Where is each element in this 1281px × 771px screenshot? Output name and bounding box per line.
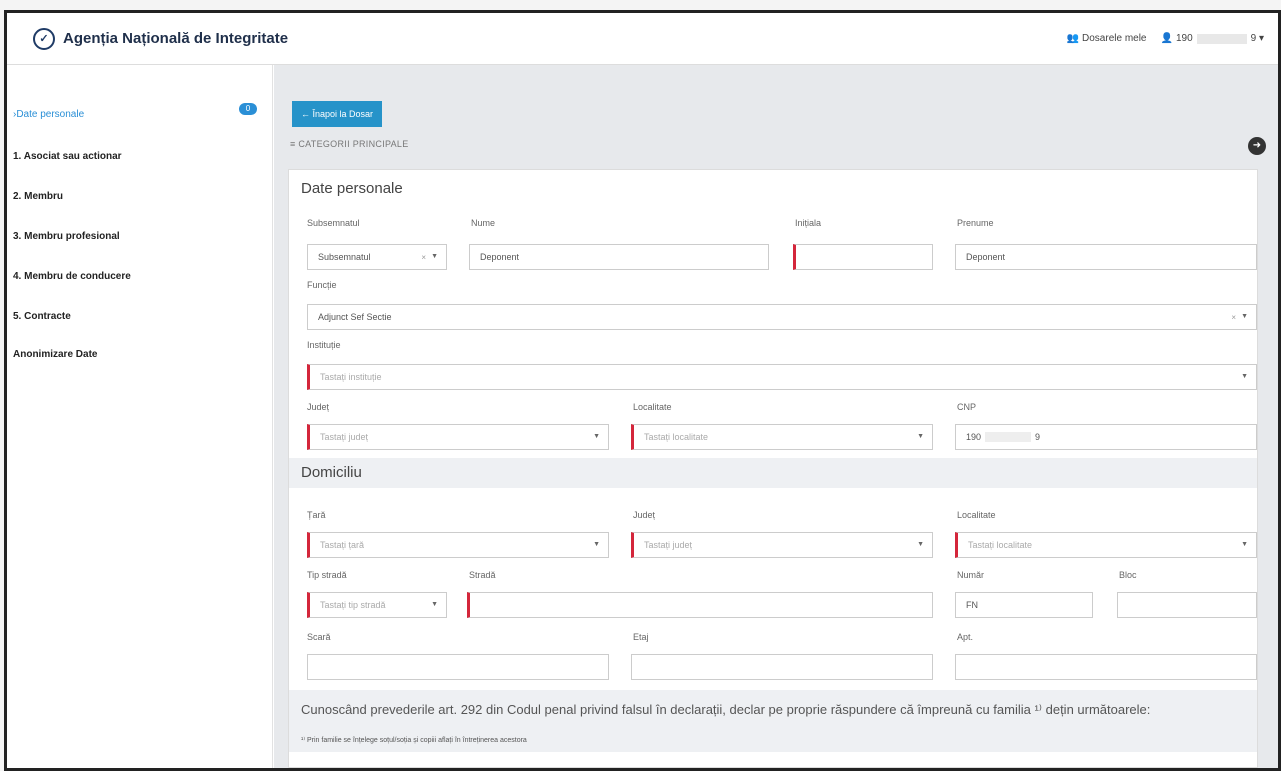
judet-label: Județ: [307, 402, 330, 412]
strada-field[interactable]: [467, 592, 933, 618]
scara-field[interactable]: [307, 654, 609, 680]
sidebar-item-anonimizare[interactable]: Anonimizare Date: [13, 349, 97, 360]
chevron-down-icon: ▼: [431, 601, 438, 608]
main-area: ← Înapoi la Dosar ≡ CATEGORII PRINCIPALE…: [274, 65, 1278, 768]
prenume-field[interactable]: Deponent: [955, 244, 1257, 270]
tip-strada-select[interactable]: Tastați tip stradă ▼: [307, 592, 447, 618]
dom-localitate-label: Localitate: [957, 510, 996, 520]
nume-field[interactable]: Deponent: [469, 244, 769, 270]
judet-select[interactable]: Tastați județ ▼: [307, 424, 609, 450]
ani-logo-icon: ✓: [33, 27, 55, 50]
sidebar-item-membru-conducere[interactable]: 4. Membru de conducere: [13, 271, 131, 282]
etaj-field[interactable]: [631, 654, 933, 680]
bloc-label: Bloc: [1119, 570, 1137, 580]
tip-strada-placeholder: Tastați tip stradă: [320, 600, 386, 610]
sidebar-item-asociat[interactable]: 1. Asociat sau actionar: [13, 151, 122, 162]
functie-label: Funcție: [307, 280, 337, 290]
logo[interactable]: ✓ Agenția Națională de Integritate: [33, 27, 289, 50]
prenume-value: Deponent: [966, 252, 1006, 262]
tara-select[interactable]: Tastați țară ▼: [307, 532, 609, 558]
functie-select[interactable]: Adjunct Sef Sectie × ▼: [307, 304, 1257, 330]
dom-judet-placeholder: Tastați județ: [644, 540, 693, 550]
judet-placeholder: Tastați județ: [320, 432, 369, 442]
redacted-block: [1196, 33, 1247, 44]
chevron-down-icon: ▼: [1241, 373, 1248, 380]
institutie-label: Instituție: [307, 340, 341, 350]
user-id-suffix: 9 ▾: [1250, 33, 1264, 44]
dom-localitate-placeholder: Tastați localitate: [968, 540, 1033, 550]
chevron-down-icon: ▼: [1241, 313, 1248, 320]
user-menu[interactable]: 👤 190 9 ▾: [1161, 33, 1265, 44]
declaration-text: Cunoscând prevederile art. 292 din Codul…: [301, 702, 1151, 717]
dosare-link[interactable]: 👥 Dosarele mele: [1067, 33, 1147, 44]
subsemnatul-select[interactable]: Subsemnatul × ▼: [307, 244, 447, 270]
chevron-down-icon: ▼: [431, 253, 438, 260]
strada-label: Stradă: [469, 570, 496, 580]
cnp-value-suffix: 9: [1035, 432, 1041, 442]
etaj-label: Etaj: [633, 632, 649, 642]
localitate-placeholder: Tastați localitate: [644, 432, 709, 442]
institutie-select[interactable]: Tastați instituție ▼: [307, 364, 1257, 390]
cnp-label: CNP: [957, 402, 977, 412]
tara-placeholder: Tastați țară: [320, 540, 365, 550]
apt-field[interactable]: [955, 654, 1257, 680]
bloc-field[interactable]: [1117, 592, 1257, 618]
cnp-field[interactable]: 190 9: [955, 424, 1257, 450]
chevron-down-icon: ▼: [917, 541, 924, 548]
initiala-label: Inițiala: [795, 218, 822, 228]
localitate-label: Localitate: [633, 402, 672, 412]
sidebar: ›Date personale 0 1. Asociat sau actiona…: [7, 65, 273, 768]
tara-label: Țară: [307, 510, 326, 520]
nume-value: Deponent: [480, 252, 520, 262]
localitate-select[interactable]: Tastați localitate ▼: [631, 424, 933, 450]
scara-label: Scară: [307, 632, 331, 642]
redacted-block: [985, 432, 1032, 442]
functie-value: Adjunct Sef Sectie: [318, 312, 392, 322]
sidebar-item-membru[interactable]: 2. Membru: [13, 191, 63, 202]
chevron-down-icon: ▼: [1241, 541, 1248, 548]
nume-label: Nume: [471, 218, 496, 228]
users-icon: 👥: [1066, 33, 1080, 44]
sidebar-item-date-personale[interactable]: ›Date personale: [13, 109, 84, 120]
chevron-down-icon: ▼: [593, 433, 600, 440]
sidebar-item-membru-profesional[interactable]: 3. Membru profesional: [13, 231, 120, 242]
personal-data-panel: Date personale Subsemnatul Subsemnatul ×…: [288, 169, 1258, 768]
domiciliu-title: Domiciliu: [301, 464, 362, 481]
logo-text: Agenția Națională de Integritate: [63, 30, 289, 47]
arrow-right-icon[interactable]: ➜: [1248, 137, 1266, 155]
dom-localitate-select[interactable]: Tastați localitate ▼: [955, 532, 1257, 558]
dom-judet-label: Județ: [633, 510, 656, 520]
sidebar-badge: 0: [239, 103, 257, 115]
cnp-value-prefix: 190: [966, 432, 982, 442]
numar-field[interactable]: FN: [955, 592, 1093, 618]
domiciliu-band: Domiciliu: [289, 458, 1257, 488]
numar-value: FN: [966, 600, 978, 610]
chevron-down-icon: ▼: [593, 541, 600, 548]
tip-strada-label: Tip stradă: [307, 570, 347, 580]
subsemnatul-label: Subsemnatul: [307, 218, 360, 228]
user-id-prefix: 190: [1175, 33, 1193, 44]
top-bar: ✓ Agenția Națională de Integritate 👥 Dos…: [7, 13, 1278, 65]
subsemnatul-value: Subsemnatul: [318, 252, 371, 262]
apt-label: Apt.: [957, 632, 974, 642]
chevron-down-icon: ▼: [917, 433, 924, 440]
prenume-label: Prenume: [957, 218, 994, 228]
institutie-placeholder: Tastați instituție: [320, 372, 382, 382]
clear-icon[interactable]: ×: [421, 253, 426, 262]
numar-label: Număr: [957, 570, 985, 580]
dosare-label: Dosarele mele: [1082, 33, 1147, 44]
categories-label: ≡ CATEGORII PRINCIPALE: [290, 139, 409, 149]
footnote-text: ¹⁾ Prin familie se înțelege soțul/soția …: [301, 737, 527, 744]
panel-title: Date personale: [301, 180, 403, 197]
top-nav: 👥 Dosarele mele 👤 190 9 ▾: [1053, 33, 1264, 44]
clear-icon[interactable]: ×: [1231, 313, 1236, 322]
user-icon: 👤: [1160, 33, 1173, 44]
initiala-field[interactable]: [793, 244, 933, 270]
app-window: ✓ Agenția Națională de Integritate 👥 Dos…: [4, 10, 1281, 771]
dom-judet-select[interactable]: Tastați județ ▼: [631, 532, 933, 558]
back-to-dosar-button[interactable]: ← Înapoi la Dosar: [292, 101, 382, 127]
sidebar-item-contracte[interactable]: 5. Contracte: [13, 311, 71, 322]
